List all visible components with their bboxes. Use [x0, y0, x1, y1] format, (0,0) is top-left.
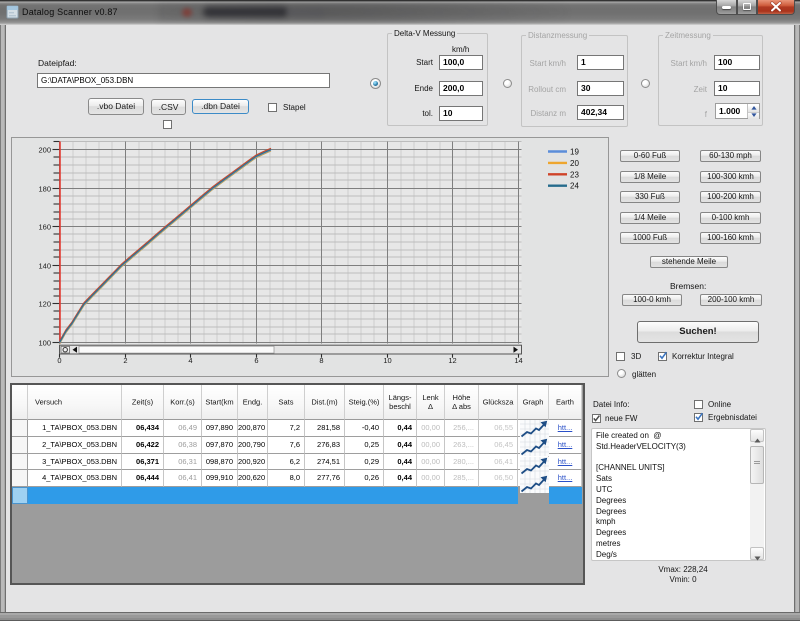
svg-text:10: 10: [383, 356, 391, 365]
svg-text:24: 24: [570, 182, 579, 191]
svg-text:4: 4: [188, 356, 192, 365]
svg-text:160: 160: [38, 222, 51, 231]
svg-text:2: 2: [123, 356, 127, 365]
svg-text:20: 20: [570, 159, 579, 168]
svg-text:140: 140: [38, 261, 51, 270]
svg-text:120: 120: [38, 299, 51, 308]
svg-text:12: 12: [448, 356, 456, 365]
svg-text:8: 8: [319, 356, 323, 365]
svg-text:19: 19: [570, 148, 579, 157]
svg-text:0: 0: [57, 356, 61, 365]
svg-text:100: 100: [38, 338, 51, 347]
svg-text:14: 14: [514, 356, 522, 365]
svg-text:180: 180: [38, 184, 51, 193]
svg-text:23: 23: [570, 170, 579, 179]
svg-text:200: 200: [38, 145, 51, 154]
svg-text:6: 6: [254, 356, 258, 365]
